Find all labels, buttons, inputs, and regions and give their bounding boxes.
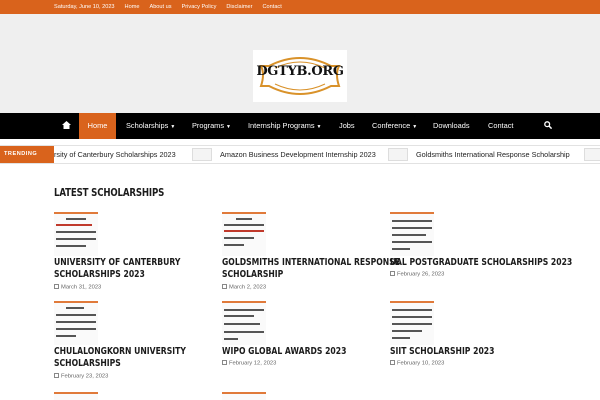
trending-item[interactable]: Amazon Business Development Internship 2… bbox=[220, 146, 376, 163]
trending-ticker: TRENDING rsity of Canterbury Scholarship… bbox=[0, 145, 600, 164]
post-date-text: March 2, 2023 bbox=[229, 284, 267, 291]
caret-down-icon: ▼ bbox=[316, 124, 322, 130]
post-title-line: CHULALONGKORN UNIVERSITY bbox=[54, 346, 186, 357]
caret-down-icon: ▼ bbox=[170, 124, 176, 130]
current-date: Saturday, June 10, 2023 bbox=[54, 4, 115, 10]
post-date: March 2, 2023 bbox=[222, 284, 266, 291]
top-link-privacy[interactable]: Privacy Policy bbox=[182, 0, 217, 14]
post-title-line: GOLDSMITHS INTERNATIONAL RESPONSE bbox=[222, 257, 400, 268]
nav-home[interactable]: Home bbox=[79, 113, 116, 139]
nav-internship-label: Internship Programs bbox=[248, 121, 315, 130]
post-title[interactable]: UAL POSTGRADUATE SCHOLARSHIPS 2023 bbox=[390, 257, 573, 269]
trending-thumbnail[interactable] bbox=[192, 148, 212, 161]
nav-search-button[interactable] bbox=[544, 113, 554, 139]
caret-down-icon: ▼ bbox=[226, 124, 231, 130]
nav-jobs-label: Jobs bbox=[339, 121, 355, 130]
nav-scholarships[interactable]: Scholarships ▼ bbox=[126, 113, 175, 139]
nav-internship-programs[interactable]: Internship Programs ▼ bbox=[248, 113, 322, 139]
post-date-text: February 12, 2023 bbox=[229, 360, 277, 367]
top-link-disclaimer[interactable]: Disclaimer bbox=[226, 0, 252, 14]
post-thumbnail[interactable] bbox=[54, 392, 98, 400]
post-thumbnail[interactable] bbox=[390, 301, 434, 345]
nav-conference-label: Conference bbox=[372, 121, 411, 130]
nav-downloads[interactable]: Downloads bbox=[433, 113, 470, 139]
nav-home-label: Home bbox=[87, 121, 108, 130]
post-thumbnail[interactable] bbox=[390, 212, 434, 256]
post-date-text: February 10, 2023 bbox=[397, 360, 445, 367]
post-title[interactable]: CHULALONGKORN UNIVERSITY SCHOLARSHIPS bbox=[54, 346, 198, 370]
nav-programs[interactable]: Programs ▼ bbox=[192, 113, 231, 139]
nav-contact-label: Contact bbox=[488, 121, 514, 130]
post-date: February 23, 2023 bbox=[54, 373, 108, 380]
logo-text: DGTYB.ORG bbox=[256, 64, 344, 79]
nav-scholarships-label: Scholarships bbox=[126, 121, 169, 130]
post-title[interactable]: UNIVERSITY OF CANTERBURY SCHOLARSHIPS 20… bbox=[54, 257, 198, 281]
post-date: February 10, 2023 bbox=[390, 360, 444, 367]
calendar-icon bbox=[54, 284, 59, 289]
post-date-text: February 26, 2023 bbox=[397, 271, 445, 278]
post-date: March 31, 2023 bbox=[54, 284, 101, 291]
calendar-icon bbox=[390, 271, 395, 276]
site-logo[interactable]: DGTYB.ORG bbox=[253, 50, 347, 102]
post-title-line: UAL POSTGRADUATE SCHOLARSHIPS 2023 bbox=[390, 257, 573, 268]
post-title-line: SIIT SCHOLARSHIP 2023 bbox=[390, 346, 495, 357]
nav-downloads-label: Downloads bbox=[433, 121, 470, 130]
post-date-text: March 31, 2023 bbox=[61, 284, 102, 291]
top-link-home[interactable]: Home bbox=[125, 0, 140, 14]
post-title-line: SCHOLARSHIPS 2023 bbox=[54, 269, 145, 280]
trending-item[interactable]: rsity of Canterbury Scholarships 2023 bbox=[54, 146, 176, 163]
nav-conference[interactable]: Conference ▼ bbox=[372, 113, 417, 139]
top-link-contact[interactable]: Contact bbox=[263, 0, 282, 14]
top-link-about[interactable]: About us bbox=[149, 0, 171, 14]
post-title[interactable]: SIIT SCHOLARSHIP 2023 bbox=[390, 346, 534, 358]
site-header: DGTYB.ORG bbox=[0, 14, 600, 113]
post-thumbnail[interactable] bbox=[54, 212, 98, 256]
post-thumbnail[interactable] bbox=[222, 212, 266, 256]
top-bar: Saturday, June 10, 2023 Home About us Pr… bbox=[0, 0, 600, 14]
nav-contact[interactable]: Contact bbox=[488, 113, 513, 139]
nav-home-icon-button[interactable] bbox=[54, 113, 78, 139]
nav-jobs[interactable]: Jobs bbox=[339, 113, 355, 139]
post-title-line: SCHOLARSHIPS bbox=[54, 358, 121, 369]
post-date-text: February 23, 2023 bbox=[61, 373, 109, 380]
calendar-icon bbox=[222, 360, 227, 365]
trending-thumbnail[interactable] bbox=[388, 148, 408, 161]
post-thumbnail[interactable] bbox=[54, 301, 98, 345]
post-title[interactable]: GOLDSMITHS INTERNATIONAL RESPONSE SCHOLA… bbox=[222, 257, 400, 281]
nav-programs-label: Programs bbox=[192, 121, 225, 130]
post-title-line: SCHOLARSHIP bbox=[222, 269, 284, 280]
calendar-icon bbox=[222, 284, 227, 289]
trending-item[interactable]: Goldsmiths International Response Schola… bbox=[416, 146, 570, 163]
main-nav: Home Scholarships ▼ Programs ▼ Internship … bbox=[0, 113, 600, 139]
home-icon bbox=[61, 121, 71, 129]
post-date: February 12, 2023 bbox=[222, 360, 276, 367]
post-title-line: UNIVERSITY OF CANTERBURY bbox=[54, 257, 181, 268]
post-thumbnail[interactable] bbox=[222, 392, 266, 400]
calendar-icon bbox=[390, 360, 395, 365]
search-icon bbox=[544, 121, 553, 130]
trending-thumbnail[interactable] bbox=[584, 148, 600, 161]
post-title[interactable]: WIPO GLOBAL AWARDS 2023 bbox=[222, 346, 366, 358]
trending-label: TRENDING bbox=[0, 146, 54, 163]
post-title-line: WIPO GLOBAL AWARDS 2023 bbox=[222, 346, 347, 357]
post-date: February 26, 2023 bbox=[390, 271, 444, 278]
section-title: LATEST SCHOLARSHIPS bbox=[54, 187, 165, 199]
caret-down-icon: ▼ bbox=[412, 124, 418, 130]
post-thumbnail[interactable] bbox=[222, 301, 266, 345]
calendar-icon bbox=[54, 373, 59, 378]
